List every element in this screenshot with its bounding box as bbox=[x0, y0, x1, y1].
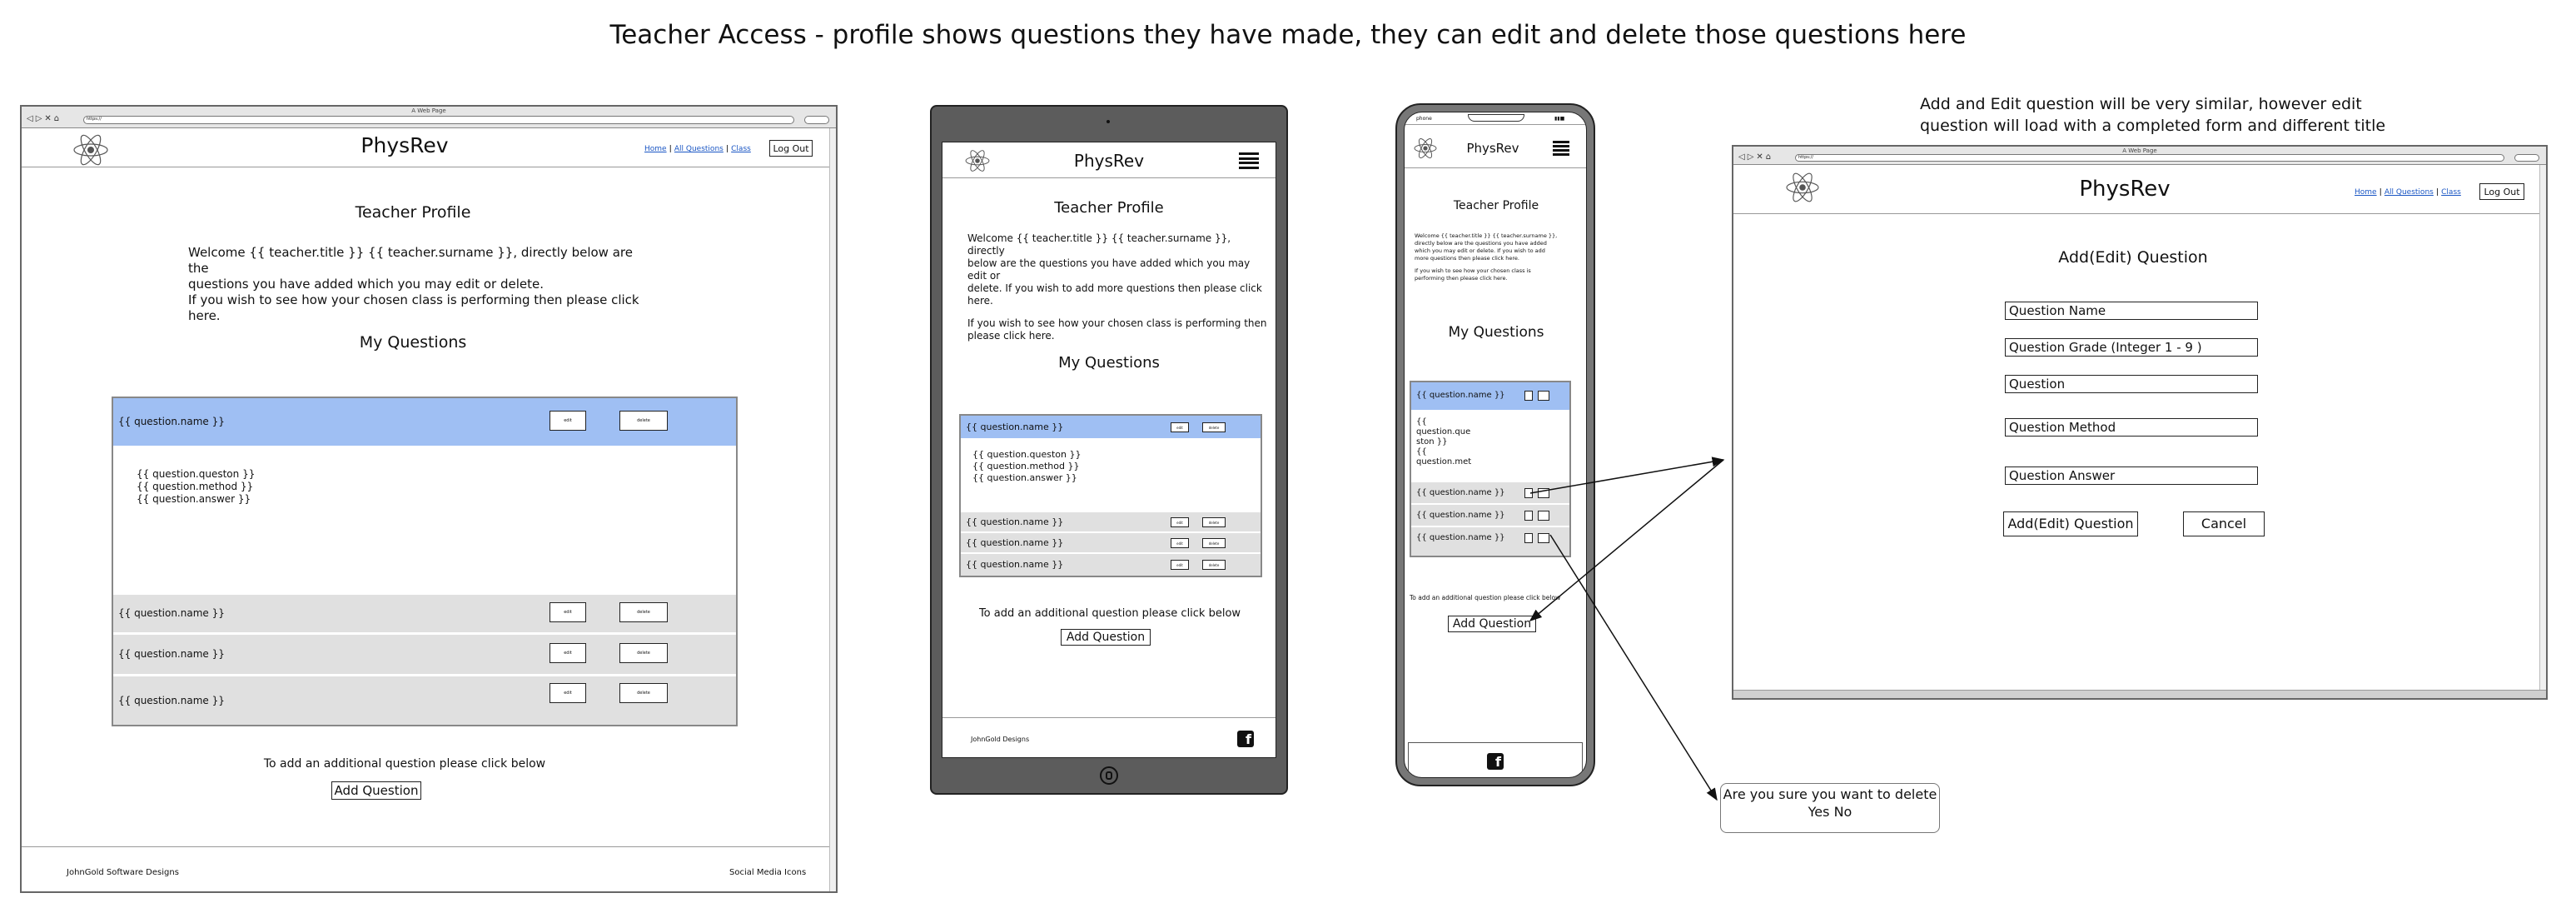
delete-to-confirm-arrow bbox=[1549, 534, 1718, 801]
flow-arrows bbox=[1529, 456, 1725, 801]
form-to-add-arrow bbox=[1529, 459, 1724, 621]
edit-to-form-arrow bbox=[1529, 456, 1725, 494]
